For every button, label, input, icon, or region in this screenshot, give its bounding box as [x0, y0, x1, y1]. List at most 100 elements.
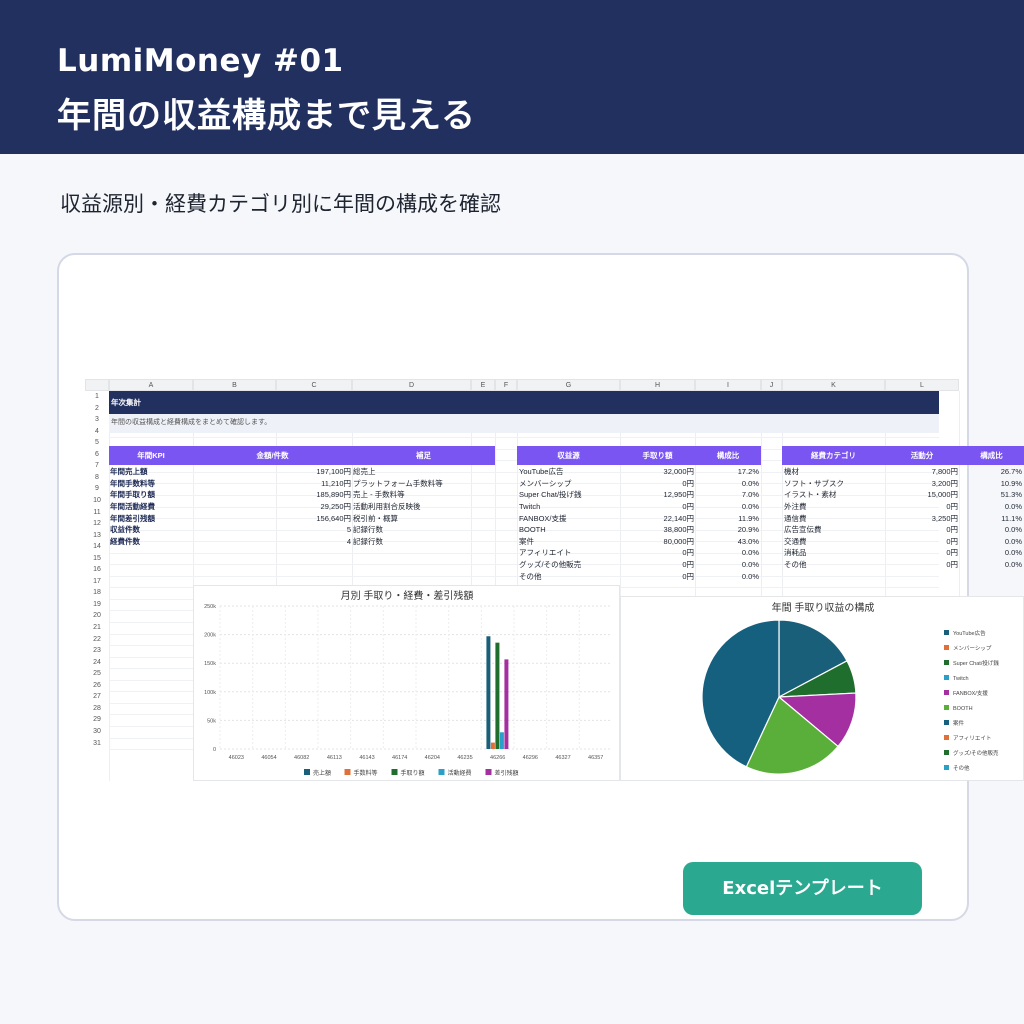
- revenue-source[interactable]: その他: [519, 571, 619, 583]
- expense-ratio[interactable]: 0.0%: [960, 547, 1022, 559]
- revenue-amount[interactable]: 32,000円: [621, 466, 694, 478]
- column-header-A[interactable]: A: [109, 379, 193, 391]
- revenue-ratio[interactable]: 17.2%: [696, 466, 759, 478]
- row-header-26[interactable]: 26: [85, 680, 109, 692]
- kpi-value[interactable]: 5: [193, 524, 351, 536]
- revenue-ratio[interactable]: 0.0%: [696, 571, 759, 583]
- revenue-amount[interactable]: 0円: [621, 501, 694, 513]
- revenue-source[interactable]: BOOTH: [519, 524, 619, 536]
- column-header-K[interactable]: K: [782, 379, 885, 391]
- row-header-22[interactable]: 22: [85, 634, 109, 646]
- row-header-5[interactable]: 5: [85, 437, 109, 449]
- expense-category[interactable]: 交通費: [784, 536, 884, 548]
- column-header-B[interactable]: B: [193, 379, 276, 391]
- expense-ratio[interactable]: 10.9%: [960, 478, 1022, 490]
- row-header-31[interactable]: 31: [85, 738, 109, 750]
- expense-ratio[interactable]: 0.0%: [960, 524, 1022, 536]
- row-header-4[interactable]: 4: [85, 426, 109, 438]
- column-header-E[interactable]: E: [471, 379, 495, 391]
- revenue-source[interactable]: FANBOX/支援: [519, 513, 619, 525]
- row-header-16[interactable]: 16: [85, 564, 109, 576]
- revenue-source[interactable]: Super Chat/投げ銭: [519, 489, 619, 501]
- revenue-ratio[interactable]: 0.0%: [696, 501, 759, 513]
- row-header-25[interactable]: 25: [85, 668, 109, 680]
- kpi-label[interactable]: 年間差引残額: [110, 513, 192, 525]
- column-header-D[interactable]: D: [352, 379, 471, 391]
- revenue-source[interactable]: グッズ/その他販売: [519, 559, 619, 571]
- row-header-9[interactable]: 9: [85, 483, 109, 495]
- expense-category[interactable]: イラスト・素材: [784, 489, 884, 501]
- revenue-amount[interactable]: 38,800円: [621, 524, 694, 536]
- kpi-value[interactable]: 4: [193, 536, 351, 548]
- expense-amount[interactable]: 0円: [886, 524, 958, 536]
- row-header-6[interactable]: 6: [85, 449, 109, 461]
- column-header-J[interactable]: J: [761, 379, 782, 391]
- revenue-source[interactable]: Twitch: [519, 501, 619, 513]
- expense-category[interactable]: ソフト・サブスク: [784, 478, 884, 490]
- excel-template-button[interactable]: Excelテンプレート: [683, 862, 922, 915]
- revenue-amount[interactable]: 0円: [621, 478, 694, 490]
- kpi-label[interactable]: 経費件数: [110, 536, 192, 548]
- revenue-ratio[interactable]: 0.0%: [696, 547, 759, 559]
- expense-category[interactable]: その他: [784, 559, 884, 571]
- revenue-source[interactable]: YouTube広告: [519, 466, 619, 478]
- kpi-note[interactable]: 税引前・概算: [353, 513, 493, 525]
- kpi-value[interactable]: 29,250円: [193, 501, 351, 513]
- expense-ratio[interactable]: 11.1%: [960, 513, 1022, 525]
- row-header-23[interactable]: 23: [85, 645, 109, 657]
- row-header-18[interactable]: 18: [85, 587, 109, 599]
- expense-ratio[interactable]: 51.3%: [960, 489, 1022, 501]
- kpi-note[interactable]: 記録行数: [353, 524, 493, 536]
- revenue-ratio[interactable]: 20.9%: [696, 524, 759, 536]
- revenue-ratio[interactable]: 0.0%: [696, 478, 759, 490]
- row-header-1[interactable]: 1: [85, 391, 109, 403]
- revenue-ratio[interactable]: 7.0%: [696, 489, 759, 501]
- kpi-note[interactable]: 売上 - 手数料等: [353, 489, 493, 501]
- expense-amount[interactable]: 0円: [886, 536, 958, 548]
- expense-category[interactable]: 機材: [784, 466, 884, 478]
- column-header-F[interactable]: F: [495, 379, 517, 391]
- row-header-2[interactable]: 2: [85, 403, 109, 415]
- expense-category[interactable]: 広告宣伝費: [784, 524, 884, 536]
- revenue-amount[interactable]: 0円: [621, 547, 694, 559]
- revenue-ratio[interactable]: 11.9%: [696, 513, 759, 525]
- row-header-3[interactable]: 3: [85, 414, 109, 426]
- row-header-28[interactable]: 28: [85, 703, 109, 715]
- expense-amount[interactable]: 0円: [886, 547, 958, 559]
- row-header-27[interactable]: 27: [85, 691, 109, 703]
- revenue-source[interactable]: アフィリエイト: [519, 547, 619, 559]
- row-header-20[interactable]: 20: [85, 610, 109, 622]
- kpi-label[interactable]: 年間活動経費: [110, 501, 192, 513]
- expense-amount[interactable]: 3,250円: [886, 513, 958, 525]
- row-header-17[interactable]: 17: [85, 576, 109, 588]
- row-header-21[interactable]: 21: [85, 622, 109, 634]
- expense-category[interactable]: 外注費: [784, 501, 884, 513]
- revenue-ratio[interactable]: 0.0%: [696, 559, 759, 571]
- expense-amount[interactable]: 3,200円: [886, 478, 958, 490]
- revenue-ratio[interactable]: 43.0%: [696, 536, 759, 548]
- row-header-11[interactable]: 11: [85, 507, 109, 519]
- expense-amount[interactable]: 0円: [886, 559, 958, 571]
- expense-ratio[interactable]: 0.0%: [960, 559, 1022, 571]
- column-header-L[interactable]: L: [885, 379, 959, 391]
- kpi-label[interactable]: 年間手数料等: [110, 478, 192, 490]
- kpi-note[interactable]: 活動利用割合反映後: [353, 501, 493, 513]
- expense-amount[interactable]: 15,000円: [886, 489, 958, 501]
- row-header-12[interactable]: 12: [85, 518, 109, 530]
- kpi-note[interactable]: 記録行数: [353, 536, 493, 548]
- kpi-value[interactable]: 11,210円: [193, 478, 351, 490]
- row-header-14[interactable]: 14: [85, 541, 109, 553]
- revenue-source[interactable]: メンバーシップ: [519, 478, 619, 490]
- kpi-note[interactable]: プラットフォーム手数料等: [353, 478, 493, 490]
- revenue-amount[interactable]: 0円: [621, 571, 694, 583]
- revenue-amount[interactable]: 80,000円: [621, 536, 694, 548]
- expense-amount[interactable]: 0円: [886, 501, 958, 513]
- kpi-value[interactable]: 156,640円: [193, 513, 351, 525]
- revenue-source[interactable]: 案件: [519, 536, 619, 548]
- kpi-label[interactable]: 年間売上額: [110, 466, 192, 478]
- kpi-label[interactable]: 収益件数: [110, 524, 192, 536]
- expense-category[interactable]: 通信費: [784, 513, 884, 525]
- revenue-amount[interactable]: 12,950円: [621, 489, 694, 501]
- kpi-value[interactable]: 185,890円: [193, 489, 351, 501]
- expense-category[interactable]: 消耗品: [784, 547, 884, 559]
